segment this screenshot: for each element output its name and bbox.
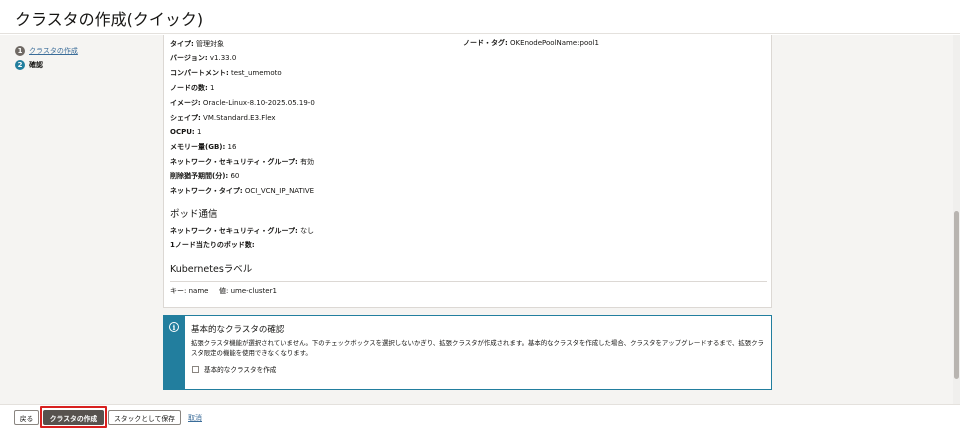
basic-cluster-checkbox-label[interactable]: 基本的なクラスタを作成 <box>204 364 276 374</box>
field-eviction: 削除猶予期間(分): 60 <box>170 171 239 181</box>
field-shape-value: VM.Standard.E3.Flex <box>203 114 276 122</box>
pod-comm-heading: ポッド通信 <box>170 209 218 220</box>
vertical-scrollbar[interactable] <box>953 35 960 404</box>
field-ocpu: OCPU: 1 <box>170 128 201 136</box>
k8s-label-key: キー: name <box>170 286 208 296</box>
scrollbar-thumb[interactable] <box>954 211 959 379</box>
step-number-2: 2 <box>15 60 25 70</box>
main-content: 1 クラスタの作成 2 確認 タイプ: 管理対象 ノード・タグ: OKEnode… <box>0 35 960 404</box>
step-create-cluster[interactable]: 1 クラスタの作成 <box>15 44 78 58</box>
field-type-label: タイプ: <box>170 40 194 48</box>
notice-stripe: i <box>164 316 185 389</box>
notice-description: 拡張クラスタ機能が選択されていません。下のチェックボックスを選択しないかぎり、拡… <box>191 339 764 357</box>
field-node-count-label: ノードの数: <box>170 84 208 92</box>
back-button[interactable]: 戻る <box>14 410 39 425</box>
k8s-labels-heading: Kubernetesラベル <box>170 264 253 275</box>
field-memory-label: メモリー量(GB): <box>170 143 226 151</box>
field-version-label: バージョン: <box>170 54 208 62</box>
k8s-label-value: 値: ume-cluster1 <box>219 286 277 296</box>
step-number-1: 1 <box>15 46 25 56</box>
field-pod-nsg-value: なし <box>300 227 315 235</box>
field-network-type: ネットワーク・タイプ: OCI_VCN_IP_NATIVE <box>170 186 314 196</box>
field-pod-nsg-label: ネットワーク・セキュリティ・グループ: <box>170 227 298 235</box>
k8s-label-key-value: name <box>188 287 209 295</box>
basic-cluster-checkbox[interactable] <box>192 365 199 373</box>
field-type-value: 管理対象 <box>196 40 225 48</box>
field-pods-per-node: 1ノード当たりのポッド数: <box>170 240 255 250</box>
field-type: タイプ: 管理対象 <box>170 39 224 49</box>
field-pods-per-node-label: 1ノード当たりのポッド数: <box>170 241 255 249</box>
field-node-count: ノードの数: 1 <box>170 83 215 93</box>
field-network-type-label: ネットワーク・タイプ: <box>170 187 243 195</box>
field-image-label: イメージ: <box>170 99 201 107</box>
field-eviction-value: 60 <box>230 172 240 180</box>
info-icon: i <box>169 322 179 332</box>
field-network-type-value: OCI_VCN_IP_NATIVE <box>244 187 315 195</box>
page-header: クラスタの作成(クイック) <box>0 0 960 34</box>
notice-title: 基本的なクラスタの確認 <box>191 325 285 335</box>
step-label-create-cluster[interactable]: クラスタの作成 <box>29 46 78 56</box>
field-compartment-value: test_umemoto <box>231 69 282 77</box>
cancel-link[interactable]: 取消 <box>188 413 202 423</box>
field-version-value: v1.33.0 <box>209 54 237 62</box>
field-compartment-label: コンパートメント: <box>170 69 229 77</box>
footer-bar: 戻る クラスタの作成 スタックとして保存 取消 <box>0 404 960 428</box>
step-review: 2 確認 <box>15 58 78 72</box>
field-ocpu-label: OCPU: <box>170 128 195 136</box>
k8s-labels-divider <box>170 281 767 282</box>
wizard-steps: 1 クラスタの作成 2 確認 <box>15 44 78 72</box>
basic-cluster-notice: i 基本的なクラスタの確認 拡張クラスタ機能が選択されていません。下のチェックボ… <box>163 315 772 390</box>
k8s-label-key-label: キー: <box>170 287 187 295</box>
review-panel: タイプ: 管理対象 ノード・タグ: OKEnodePoolName:pool1 … <box>163 35 772 308</box>
field-node-tag-value: OKEnodePoolName:pool1 <box>510 39 599 47</box>
field-version: バージョン: v1.33.0 <box>170 53 236 63</box>
save-as-stack-button[interactable]: スタックとして保存 <box>108 410 181 425</box>
field-memory-value: 16 <box>227 143 237 151</box>
field-nsg-label: ネットワーク・セキュリティ・グループ: <box>170 158 298 166</box>
field-memory: メモリー量(GB): 16 <box>170 142 236 152</box>
field-node-count-value: 1 <box>210 84 215 92</box>
field-ocpu-value: 1 <box>196 128 202 136</box>
page-title: クラスタの作成(クイック) <box>15 10 204 29</box>
field-image: イメージ: Oracle-Linux-8.10-2025.05.19-0 <box>170 98 315 108</box>
field-node-tag-label: ノード・タグ: <box>463 39 508 47</box>
k8s-label-value-label: 値: <box>219 287 229 295</box>
create-button-highlight <box>40 406 107 428</box>
field-image-value: Oracle-Linux-8.10-2025.05.19-0 <box>202 99 315 107</box>
field-pod-nsg: ネットワーク・セキュリティ・グループ: なし <box>170 226 314 236</box>
k8s-label-value-value: ume-cluster1 <box>230 287 277 295</box>
field-shape: シェイプ: VM.Standard.E3.Flex <box>170 113 276 123</box>
field-compartment: コンパートメント: test_umemoto <box>170 68 282 78</box>
field-nsg-value: 有効 <box>300 158 315 166</box>
field-node-tag: ノード・タグ: OKEnodePoolName:pool1 <box>463 38 599 48</box>
field-eviction-label: 削除猶予期間(分): <box>170 172 229 180</box>
field-nsg: ネットワーク・セキュリティ・グループ: 有効 <box>170 157 314 167</box>
basic-cluster-checkbox-row[interactable]: 基本的なクラスタを作成 <box>192 364 276 374</box>
field-shape-label: シェイプ: <box>170 114 201 122</box>
step-label-review: 確認 <box>29 61 43 69</box>
